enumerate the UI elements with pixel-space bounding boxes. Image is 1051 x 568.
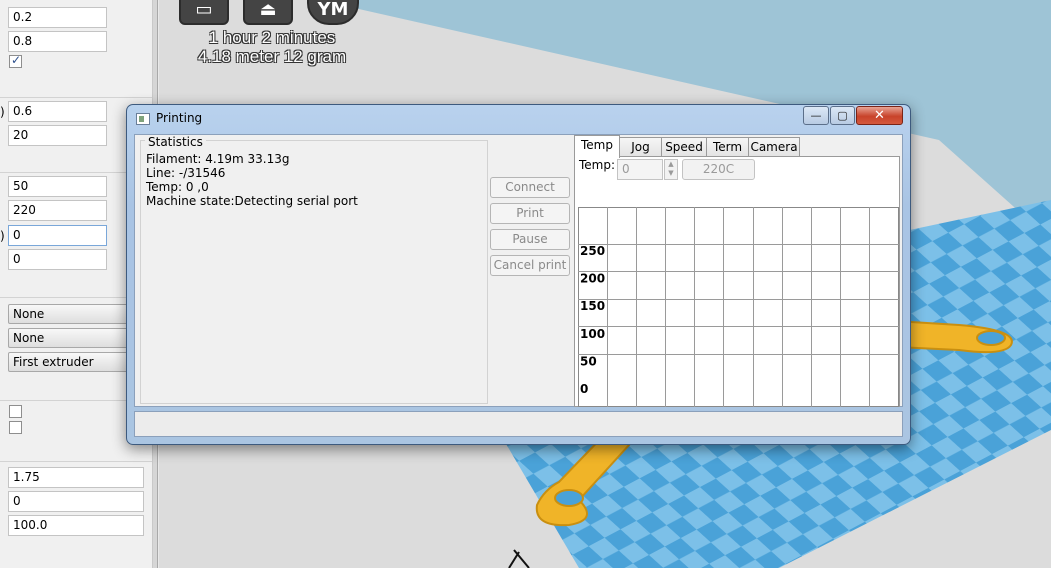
model-hole [976,330,1006,346]
print-button[interactable]: Print [490,203,570,224]
second-temperature-input[interactable]: 0 [8,249,107,270]
flow-input[interactable]: 100.0 [8,515,144,536]
close-button[interactable]: ✕ [856,106,903,125]
shell-thickness-input[interactable]: 0.8 [8,31,107,52]
model-hole [554,489,584,507]
wipe-tower-checkbox[interactable] [9,405,22,418]
bed-temperature-input[interactable]: 0 [8,225,107,246]
y-tick-label: 250 [580,244,605,258]
spin-arrows-icon[interactable]: ▲ ▼ [664,159,678,180]
retraction-checkbox[interactable] [9,53,22,68]
printing-dialog: Printing — ▢ ✕ Statistics Filament: 4.19… [126,104,911,445]
maximize-button[interactable]: ▢ [830,106,855,125]
y-tick-label: 200 [580,272,605,286]
temp-tab-panel: Temp: 0 ▲ ▼ 220C 250 200 150 100 50 0 [574,156,900,407]
filament-diameter-2-input[interactable]: 0 [8,491,144,512]
set-temp-button[interactable]: 220C [682,159,755,180]
graph-frame [578,207,899,407]
print-speed-input[interactable]: 50 [8,176,107,197]
layer-height-input[interactable]: 0.2 [8,7,107,28]
dialog-title: Printing [156,111,203,125]
setting-label-fragment: ) [0,105,5,119]
y-tick-label: 150 [580,299,605,313]
tab-speed[interactable]: Speed [661,137,707,157]
section-divider [0,461,152,462]
bottom-top-thickness-input[interactable]: 0.6 [8,101,107,122]
section-divider [0,97,152,98]
machine-state-stat: Machine state:Detecting serial port [146,194,358,208]
minimize-button[interactable]: — [803,106,829,125]
dialog-body: Statistics Filament: 4.19m 33.13g Line: … [134,134,903,407]
y-tick-label: 50 [580,354,597,368]
printer-load-icon[interactable]: ▭ [179,0,229,25]
print-time-text: 1 hour 2 minutes [208,28,336,47]
status-bar [134,411,903,437]
statistics-legend: Statistics [145,135,206,149]
printer-tabs: Temp Jog Speed Term Camera Temp: 0 ▲ ▼ 22… [574,135,902,407]
temp-spin-input[interactable]: 0 [617,159,663,180]
tab-term[interactable]: Term [706,137,749,157]
temp-stat: Temp: 0 ,0 [146,180,209,194]
ooze-shield-checkbox[interactable] [9,421,22,434]
cancel-print-button[interactable]: Cancel print [490,255,570,276]
filament-stat: Filament: 4.19m 33.13g [146,152,290,166]
tab-camera[interactable]: Camera [748,137,800,157]
printing-temperature-input[interactable]: 220 [8,200,107,221]
line-stat: Line: -/31546 [146,166,226,180]
axis-marker [508,549,530,568]
tab-jog[interactable]: Jog [619,137,662,157]
temperature-graph: 250 200 150 100 50 0 [578,207,899,407]
print-material-text: 4.18 meter 12 gram [197,47,347,66]
window-icon [136,113,150,125]
temp-label: Temp: [579,158,616,172]
filament-diameter-input[interactable]: 1.75 [8,467,144,488]
setting-label-fragment: ) [0,229,5,243]
tab-temp[interactable]: Temp [574,135,620,158]
fill-density-input[interactable]: 20 [8,125,107,146]
sd-card-save-icon[interactable]: ⏏ [243,0,293,25]
y-tick-label: 100 [580,327,605,341]
y-tick-label: 0 [580,382,588,396]
statistics-groupbox: Statistics Filament: 4.19m 33.13g Line: … [140,135,488,404]
connect-button[interactable]: Connect [490,177,570,198]
pause-button[interactable]: Pause [490,229,570,250]
